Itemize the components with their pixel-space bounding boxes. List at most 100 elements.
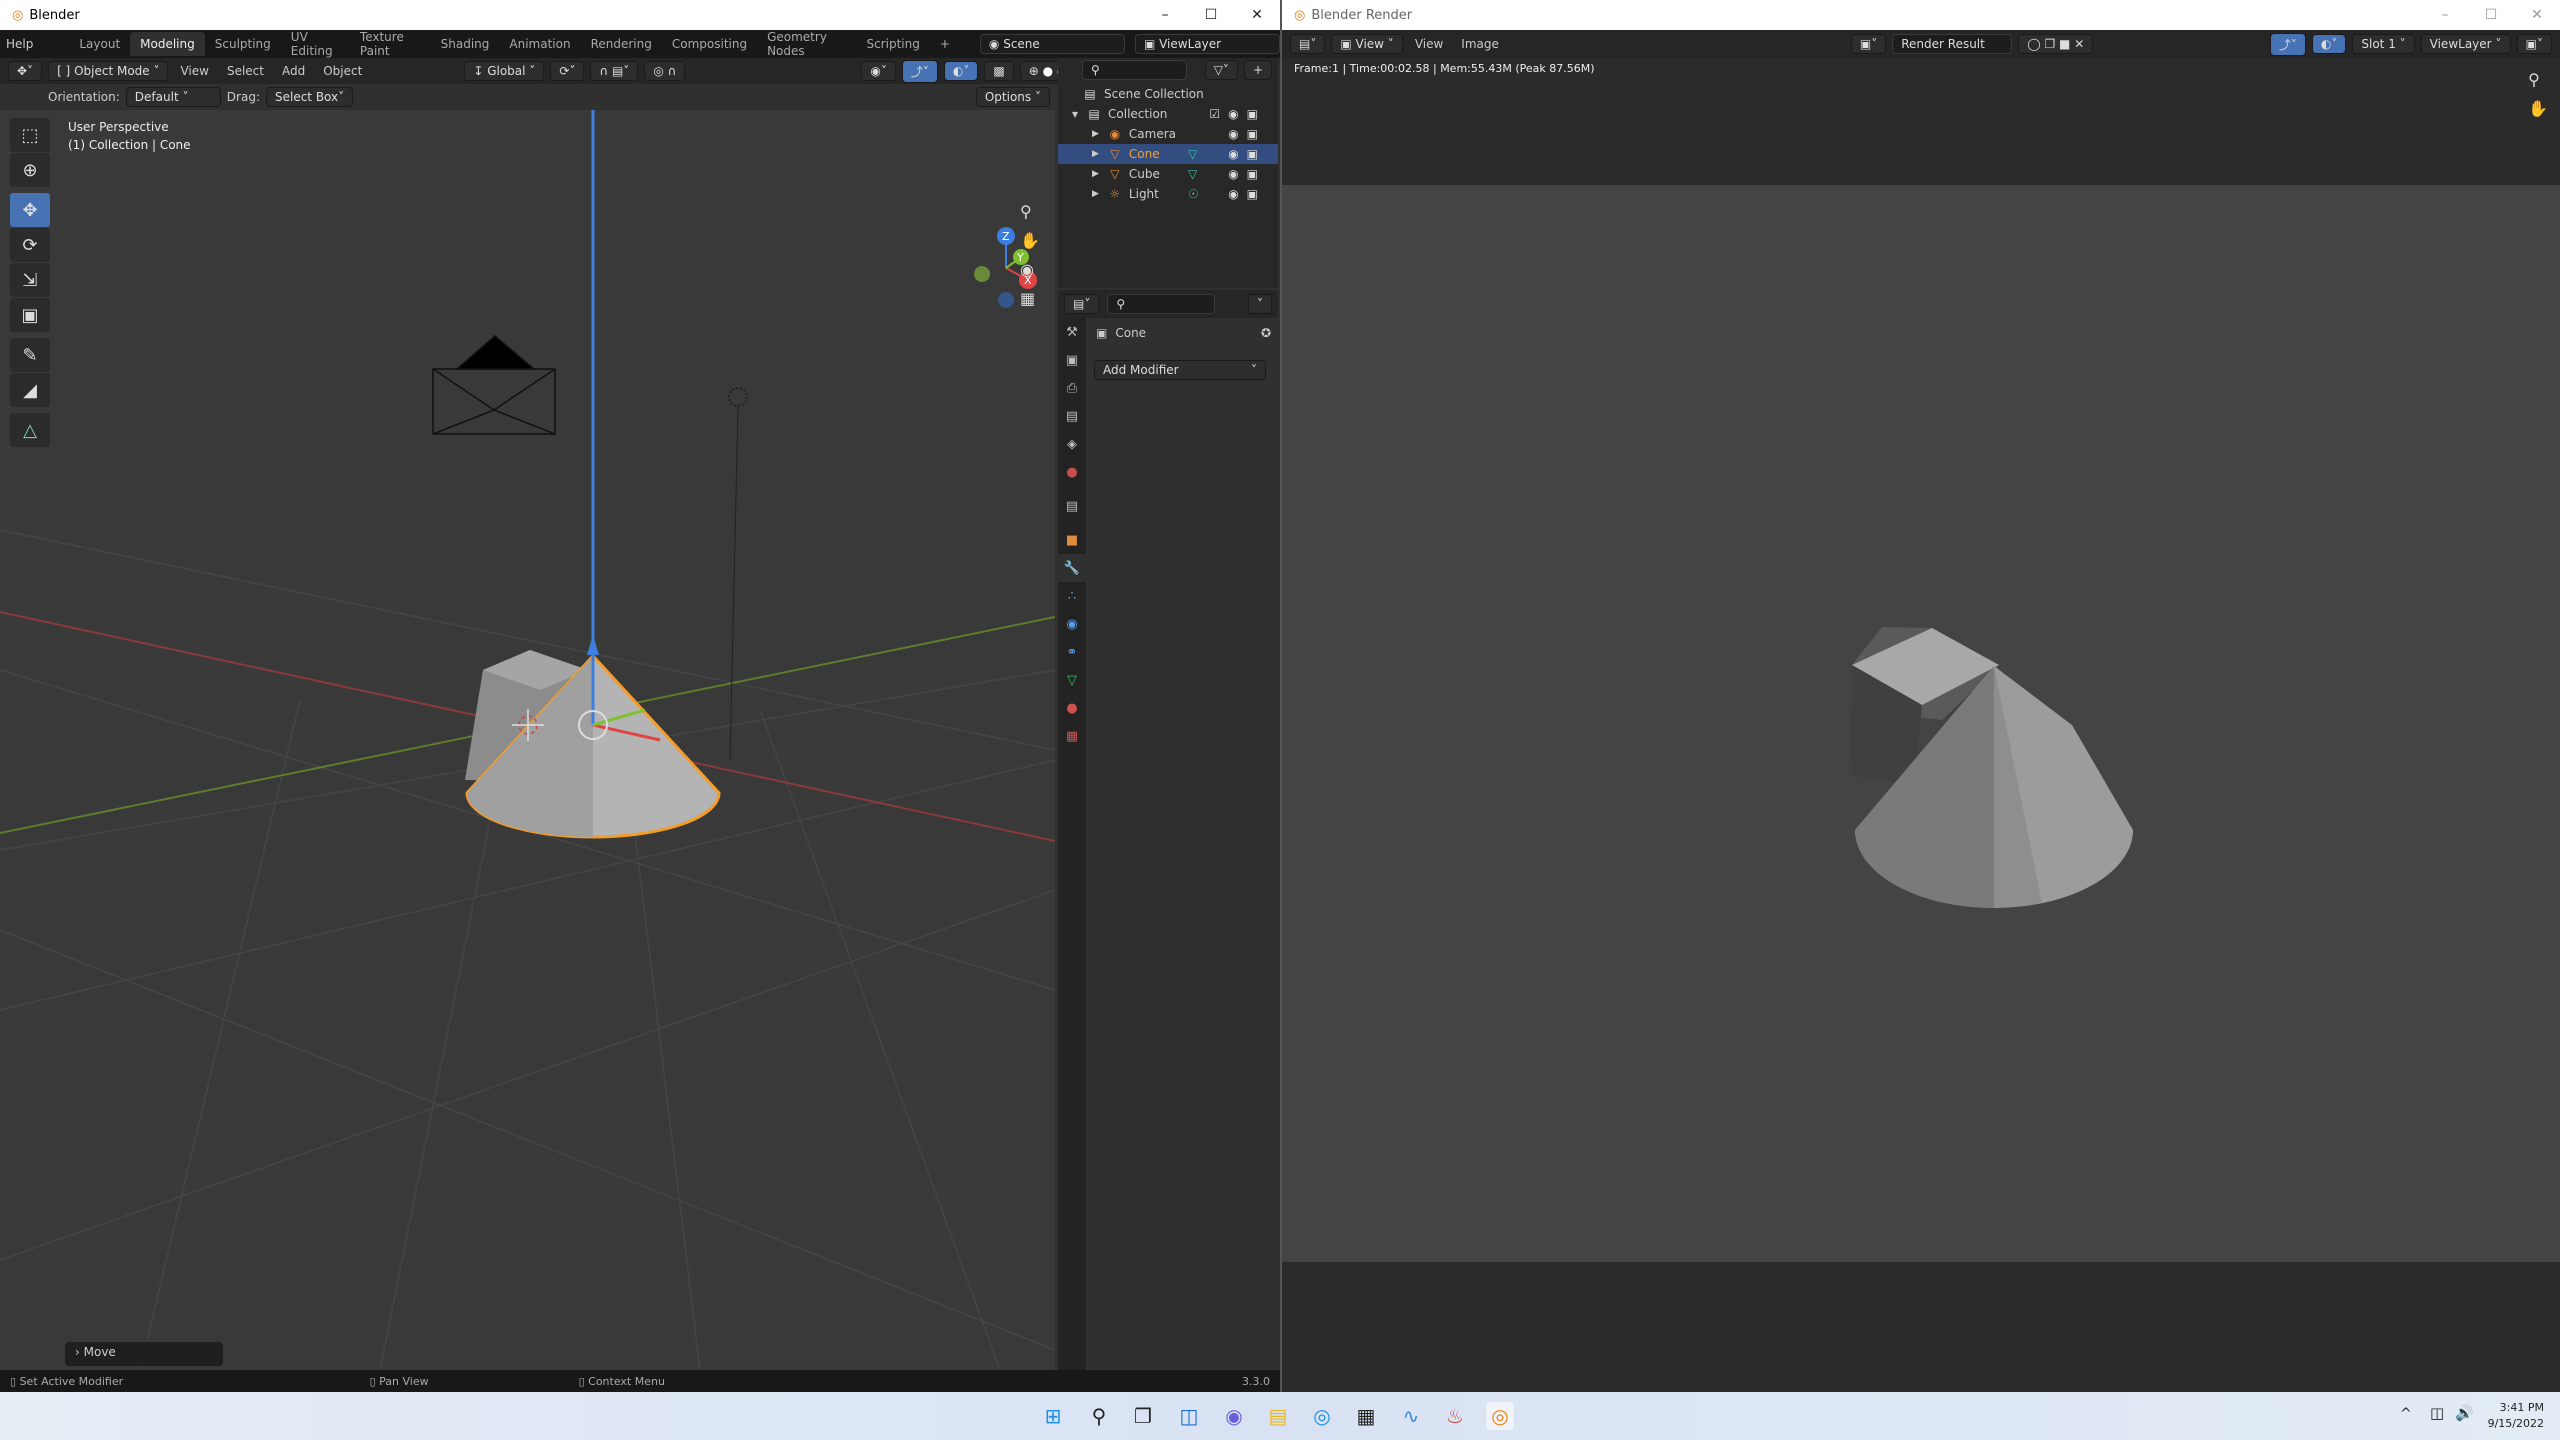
close-button[interactable]: ✕: [2514, 0, 2560, 30]
image-name-field[interactable]: Render Result: [1892, 34, 2013, 54]
add-cone-tool[interactable]: △: [10, 413, 50, 447]
tab-output[interactable]: ⎙: [1058, 374, 1086, 402]
add-modifier-dropdown[interactable]: Add Modifier ˅: [1094, 360, 1266, 380]
task-view-icon[interactable]: ❐: [1129, 1402, 1157, 1430]
minimize-button[interactable]: –: [1142, 0, 1188, 30]
xray-button[interactable]: ▩: [984, 61, 1014, 81]
pan-hand-icon[interactable]: ✋: [2528, 99, 2548, 118]
tab-texture-paint[interactable]: Texture Paint: [350, 25, 431, 63]
tab-modifiers[interactable]: 🔧: [1058, 554, 1086, 582]
render-result-image[interactable]: [1282, 185, 2560, 1262]
menu-select[interactable]: Select: [221, 62, 270, 80]
tab-rendering[interactable]: Rendering: [581, 32, 662, 56]
search-icon[interactable]: ⚲: [1085, 1402, 1113, 1430]
options-dropdown[interactable]: ˅: [1248, 294, 1272, 314]
outliner-item-cone[interactable]: ▶ ▽ Cone ▽ ◉▣: [1058, 144, 1278, 164]
volume-icon[interactable]: 🔊: [2455, 1404, 2474, 1422]
network-icon[interactable]: ◫: [2430, 1404, 2444, 1422]
expand-arrow-icon[interactable]: ▾: [1072, 107, 1078, 121]
expand-arrow-icon[interactable]: ▶: [1092, 169, 1099, 179]
scene-selector[interactable]: ◉ Scene: [979, 34, 1125, 54]
overlay-toggle-button[interactable]: ◐˅: [943, 61, 979, 81]
options-dropdown[interactable]: Options ˅: [975, 87, 1050, 107]
visibility-toggles[interactable]: ☑◉▣: [1209, 107, 1266, 121]
last-operator-panel[interactable]: › Move: [65, 1342, 223, 1366]
visibility-toggles[interactable]: ◉▣: [1228, 187, 1266, 201]
tab-physics[interactable]: ◉: [1058, 610, 1086, 638]
scale-tool[interactable]: ⇲: [10, 263, 50, 297]
cursor-tool[interactable]: ⊕: [10, 153, 50, 187]
rotate-tool[interactable]: ⟳: [10, 228, 50, 262]
filter-button[interactable]: ▽˅: [1204, 60, 1238, 80]
tab-collection[interactable]: ▤: [1058, 492, 1086, 520]
new-collection-button[interactable]: +: [1243, 60, 1272, 80]
expand-arrow-icon[interactable]: ▶: [1092, 149, 1099, 159]
zoom-icon[interactable]: ⚲: [1020, 202, 1040, 221]
tab-animation[interactable]: Animation: [499, 32, 580, 56]
close-button[interactable]: ✕: [1234, 0, 1280, 30]
overlay-toggle-button[interactable]: ◐˅: [2311, 34, 2347, 54]
tab-geometry-nodes[interactable]: Geometry Nodes: [757, 25, 856, 63]
editor-type-button[interactable]: ✥˅: [8, 61, 43, 81]
move-tool[interactable]: ✥: [10, 193, 50, 227]
outliner-item-light[interactable]: ▶ ☼ Light ☉ ◉▣: [1058, 184, 1278, 204]
tab-scripting[interactable]: Scripting: [856, 32, 929, 56]
expand-arrow-icon[interactable]: ▶: [1092, 189, 1099, 199]
image-browse-button[interactable]: ▣˅: [1850, 34, 1887, 54]
measure-tool[interactable]: ◢: [10, 373, 50, 407]
menu-view[interactable]: View: [1409, 35, 1449, 53]
view-layer-selector[interactable]: ▣ ViewLayer: [1134, 34, 1280, 54]
perspective-grid-icon[interactable]: ▦: [1020, 289, 1040, 308]
editor-type-button[interactable]: ▤˅: [1064, 294, 1100, 314]
editor-type-button[interactable]: ▤˅: [1290, 34, 1326, 54]
maximize-button[interactable]: ☐: [1188, 0, 1234, 30]
proportional-edit-button[interactable]: ◎ ∩: [644, 61, 686, 81]
properties-search-input[interactable]: ⚲: [1107, 294, 1216, 314]
mesh-data-icon[interactable]: ▽: [1188, 167, 1197, 181]
outliner-scene-collection[interactable]: ▤ Scene Collection: [1058, 84, 1278, 104]
visibility-toggles[interactable]: ◉▣: [1228, 127, 1266, 141]
file-explorer-icon[interactable]: ▤: [1264, 1402, 1292, 1430]
mode-dropdown[interactable]: [ ] Object Mode ˅: [48, 61, 169, 81]
tab-tool[interactable]: ⚒: [1058, 318, 1086, 346]
gizmo-toggle-button[interactable]: ⤴˅: [901, 59, 938, 83]
add-workspace-button[interactable]: +: [930, 32, 960, 56]
outliner-collection[interactable]: ▾ ▤ Collection ☑◉▣: [1058, 104, 1278, 124]
transform-tool[interactable]: ▣: [10, 298, 50, 332]
menu-help[interactable]: Help: [0, 35, 39, 53]
slot-dropdown[interactable]: Slot 1 ˅: [2352, 34, 2415, 54]
tab-shading[interactable]: Shading: [431, 32, 500, 56]
tab-scene[interactable]: ◈: [1058, 430, 1086, 458]
tab-object[interactable]: ■: [1058, 526, 1086, 554]
light-object[interactable]: [728, 387, 748, 761]
tab-view-layer[interactable]: ▤: [1058, 402, 1086, 430]
tab-texture[interactable]: ▦: [1058, 722, 1086, 750]
annotate-tool[interactable]: ✎: [10, 338, 50, 372]
edge-icon[interactable]: ◎: [1308, 1402, 1336, 1430]
outliner-item-camera[interactable]: ▶ ◉ Camera ◉▣: [1058, 124, 1278, 144]
clock[interactable]: 3:41 PM 9/15/2022: [2478, 1400, 2544, 1432]
tab-material[interactable]: ●: [1058, 694, 1086, 722]
menu-object[interactable]: Object: [317, 62, 368, 80]
select-box-tool[interactable]: ⬚: [10, 118, 50, 152]
tab-constraints[interactable]: ⚭: [1058, 638, 1086, 666]
camera-object[interactable]: [432, 335, 556, 435]
menu-image[interactable]: Image: [1455, 35, 1505, 53]
camera-view-icon[interactable]: ◉: [1020, 260, 1040, 279]
outliner-item-cube[interactable]: ▶ ▽ Cube ▽ ◉▣: [1058, 164, 1278, 184]
tab-particles[interactable]: ∴: [1058, 582, 1086, 610]
gizmo-toggle-button[interactable]: ⤴˅: [2269, 32, 2306, 56]
tab-world[interactable]: ●: [1058, 458, 1086, 486]
tab-uv-editing[interactable]: UV Editing: [281, 25, 350, 63]
pivot-point-button[interactable]: ⟳˅: [550, 61, 585, 81]
object-name[interactable]: Cone: [1115, 326, 1146, 340]
visibility-toggles[interactable]: ◉▣: [1228, 147, 1266, 161]
performance-monitor-icon[interactable]: ∿: [1397, 1402, 1425, 1430]
visibility-toggles[interactable]: ◉▣: [1228, 167, 1266, 181]
transform-orientation-dropdown[interactable]: ↧ Global ˅: [464, 61, 545, 81]
drag-dropdown[interactable]: Select Box˅: [265, 87, 354, 107]
blender-taskbar-icon[interactable]: ◎: [1486, 1402, 1514, 1430]
view-mode-dropdown[interactable]: ▣ View ˅: [1331, 34, 1403, 54]
start-icon[interactable]: ⊞: [1039, 1402, 1067, 1430]
light-data-icon[interactable]: ☉: [1188, 187, 1199, 201]
